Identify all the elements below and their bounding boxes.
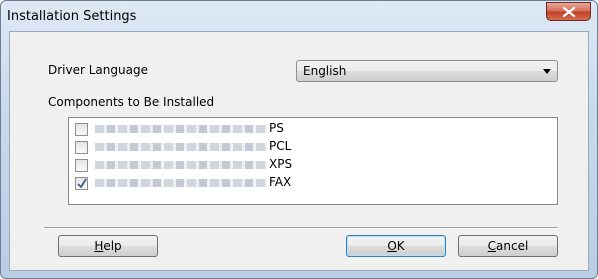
component-item-fax[interactable]: FAX	[73, 174, 543, 192]
dialog-window: Installation Settings Driver Language En…	[0, 0, 598, 279]
components-listbox[interactable]: PS PCL XPS FAX	[68, 117, 558, 205]
component-item-ps[interactable]: PS	[73, 120, 543, 138]
driver-language-label: Driver Language	[48, 63, 148, 77]
component-name-pcl: PCL	[269, 139, 292, 153]
component-checkbox-ps[interactable]	[75, 123, 88, 136]
cancel-label-rest: ancel	[496, 239, 529, 253]
ok-button[interactable]: OK	[346, 235, 446, 257]
help-label-rest: elp	[103, 239, 122, 253]
chevron-down-icon	[543, 69, 551, 74]
close-icon	[562, 7, 576, 17]
cancel-mnemonic: C	[487, 239, 497, 253]
help-button[interactable]: Help	[58, 235, 158, 257]
component-item-pcl[interactable]: PCL	[73, 138, 543, 156]
window-title: Installation Settings	[7, 9, 137, 24]
component-checkbox-fax[interactable]	[75, 177, 88, 190]
component-item-xps[interactable]: XPS	[73, 156, 543, 174]
separator	[44, 227, 558, 229]
checkmark-icon	[77, 178, 87, 189]
components-label: Components to Be Installed	[48, 95, 215, 109]
title-bar[interactable]: Installation Settings	[1, 1, 598, 31]
redacted-product-name	[95, 125, 267, 133]
redacted-product-name	[95, 161, 267, 169]
help-mnemonic: H	[94, 239, 104, 253]
redacted-product-name	[95, 143, 267, 151]
close-button[interactable]	[546, 2, 591, 21]
dialog-client-area: Driver Language English Components to Be…	[9, 31, 589, 271]
component-name-fax: FAX	[269, 175, 292, 189]
component-name-xps: XPS	[269, 157, 293, 171]
component-checkbox-pcl[interactable]	[75, 141, 88, 154]
ok-mnemonic: O	[387, 239, 397, 253]
component-name-ps: PS	[269, 121, 284, 135]
ok-label-rest: K	[396, 239, 405, 253]
driver-language-select[interactable]: English	[296, 60, 558, 82]
component-checkbox-xps[interactable]	[75, 159, 88, 172]
cancel-button[interactable]: Cancel	[458, 235, 558, 257]
driver-language-value: English	[303, 64, 347, 78]
redacted-product-name	[95, 179, 267, 187]
